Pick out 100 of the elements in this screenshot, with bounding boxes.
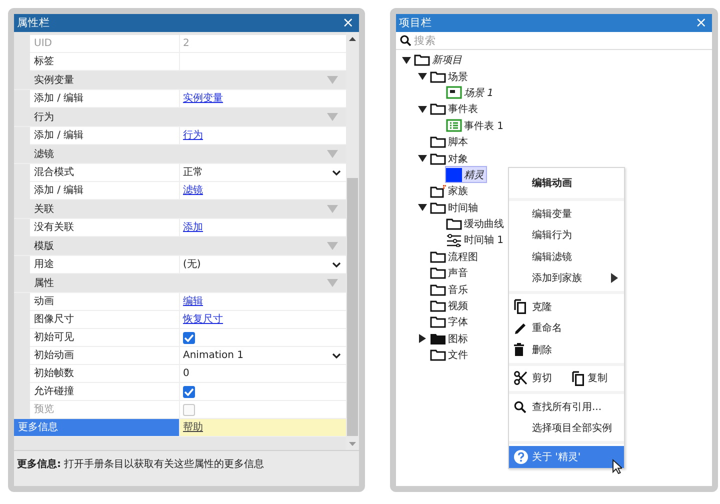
- dropdown[interactable]: (无): [180, 256, 346, 273]
- tree-item[interactable]: 精灵: [446, 167, 486, 182]
- chevron-down-icon: [332, 352, 341, 358]
- section-title: 行为: [34, 110, 54, 124]
- expand-triangle-icon[interactable]: [418, 204, 427, 212]
- expand-triangle-icon[interactable]: [418, 155, 427, 162]
- link[interactable]: 行为: [183, 127, 203, 144]
- menu-item[interactable]: 编辑变量: [509, 203, 624, 224]
- property-name[interactable]: 更多信息: [14, 419, 180, 436]
- property-name[interactable]: 添加 / 编辑: [30, 182, 180, 199]
- folder-icon: [430, 267, 446, 280]
- close-button[interactable]: ×: [693, 15, 709, 31]
- tree-item[interactable]: 事件表: [430, 102, 480, 117]
- description-text: 更多信息: 打开手册条目以获取有关这些属性的更多信息: [17, 458, 266, 471]
- tree-item[interactable]: 视频: [430, 298, 470, 314]
- collapse-triangle-icon[interactable]: [327, 205, 338, 213]
- tree-item[interactable]: 时间轴: [430, 200, 480, 216]
- folder-icon: [430, 250, 446, 263]
- property-name[interactable]: 图像尺寸: [30, 311, 180, 328]
- collapse-triangle-icon[interactable]: [327, 150, 338, 158]
- tree-item[interactable]: 脚本: [430, 134, 470, 150]
- checkbox[interactable]: [183, 386, 195, 398]
- menu-item[interactable]: 选择项目全部实例: [509, 418, 624, 439]
- property-value: 2: [180, 35, 346, 52]
- tree-item[interactable]: 家族: [430, 184, 470, 199]
- link[interactable]: 恢复尺寸: [183, 311, 223, 328]
- collapse-triangle-icon[interactable]: [327, 242, 338, 250]
- folder-icon: [430, 284, 446, 296]
- tree-item[interactable]: 流程图: [430, 249, 480, 264]
- menu-item[interactable]: 编辑行为: [509, 224, 624, 246]
- panel-title: 项目栏: [399, 16, 432, 30]
- property-name[interactable]: 添加 / 编辑: [30, 127, 180, 144]
- menu-item[interactable]: 删除: [509, 339, 624, 360]
- menu-item[interactable]: 重命名: [509, 318, 624, 339]
- property-name[interactable]: 标签: [30, 53, 180, 70]
- folder-icon: [430, 316, 446, 328]
- property-name[interactable]: 初始动画: [30, 347, 180, 364]
- checkbox[interactable]: [183, 332, 195, 344]
- property-name[interactable]: 初始帧数: [30, 365, 180, 382]
- scrollbar[interactable]: [346, 32, 359, 450]
- menu-item[interactable]: 克隆: [509, 296, 624, 318]
- link[interactable]: 添加: [183, 219, 203, 236]
- collapse-triangle-icon[interactable]: [327, 279, 338, 287]
- tree-item[interactable]: 时间轴 1: [446, 232, 506, 248]
- help-icon: [514, 450, 528, 464]
- expand-triangle-icon[interactable]: [418, 106, 427, 113]
- collapse-triangle-icon[interactable]: [327, 76, 338, 84]
- tree-item[interactable]: 音乐: [430, 282, 470, 298]
- tree-item[interactable]: 场景 1: [446, 85, 496, 100]
- folder-icon: [414, 54, 430, 66]
- copy-icon: [572, 370, 584, 386]
- property-name[interactable]: 初始可见: [30, 329, 180, 346]
- expand-triangle-icon[interactable]: [419, 334, 426, 344]
- expand-triangle-icon[interactable]: [402, 56, 411, 64]
- folder-icon: [430, 349, 446, 362]
- tree-item[interactable]: 对象: [430, 151, 470, 166]
- menu-item[interactable]: 编辑滤镜: [509, 246, 624, 268]
- property-name[interactable]: 动画: [30, 293, 180, 310]
- property-name[interactable]: 用途: [30, 256, 180, 273]
- property-name[interactable]: 混合模式: [30, 164, 180, 181]
- tree-item[interactable]: 新项目: [414, 52, 464, 68]
- scrollbar-thumb[interactable]: [347, 178, 358, 436]
- menu-item[interactable]: 剪切: [509, 368, 566, 389]
- section-title: 实例变量: [34, 74, 74, 87]
- section-title: 滤镜: [34, 148, 54, 161]
- folder-icon: [446, 218, 462, 230]
- dropdown[interactable]: Animation 1: [180, 347, 346, 364]
- submenu-arrow-icon: [611, 273, 618, 284]
- tree-item[interactable]: 图标: [430, 331, 470, 346]
- property-name[interactable]: 允许碰撞: [30, 383, 180, 400]
- tree-item[interactable]: 字体: [430, 314, 470, 330]
- chevron-down-icon: [332, 262, 341, 268]
- folder-icon: [430, 103, 446, 116]
- dropdown[interactable]: 正常: [180, 164, 346, 181]
- close-button[interactable]: ×: [340, 15, 356, 31]
- link[interactable]: 编辑: [183, 293, 203, 310]
- collapse-triangle-icon[interactable]: [327, 113, 338, 121]
- menu-item[interactable]: 编辑动画: [509, 170, 624, 196]
- tree-item[interactable]: 声音: [430, 266, 470, 281]
- property-name[interactable]: 没有关联: [30, 219, 180, 236]
- section-title: 模版: [34, 240, 54, 253]
- property-name[interactable]: 添加 / 编辑: [30, 90, 180, 107]
- expand-triangle-icon[interactable]: [418, 73, 427, 80]
- tree-item[interactable]: 事件表 1: [446, 118, 506, 134]
- chevron-down-icon: [332, 170, 341, 176]
- menu-item[interactable]: 查找所有引用...: [509, 396, 624, 418]
- menu-item[interactable]: 添加到家族: [509, 268, 624, 289]
- tree-item[interactable]: 缓动曲线: [446, 216, 506, 232]
- folder-icon: [430, 70, 446, 83]
- link[interactable]: 滤镜: [183, 182, 203, 199]
- link[interactable]: 实例变量: [183, 90, 223, 107]
- search-input[interactable]: 搜索: [411, 34, 534, 46]
- menu-item[interactable]: 复制: [566, 368, 624, 389]
- panel-title: 属性栏: [17, 16, 50, 30]
- section-title: 属性: [34, 276, 54, 290]
- list-icon: [446, 119, 462, 132]
- layout-icon: [446, 86, 462, 100]
- link[interactable]: 帮助: [183, 419, 203, 436]
- tree-item[interactable]: 场景: [430, 69, 470, 84]
- tree-item[interactable]: 文件: [430, 348, 470, 363]
